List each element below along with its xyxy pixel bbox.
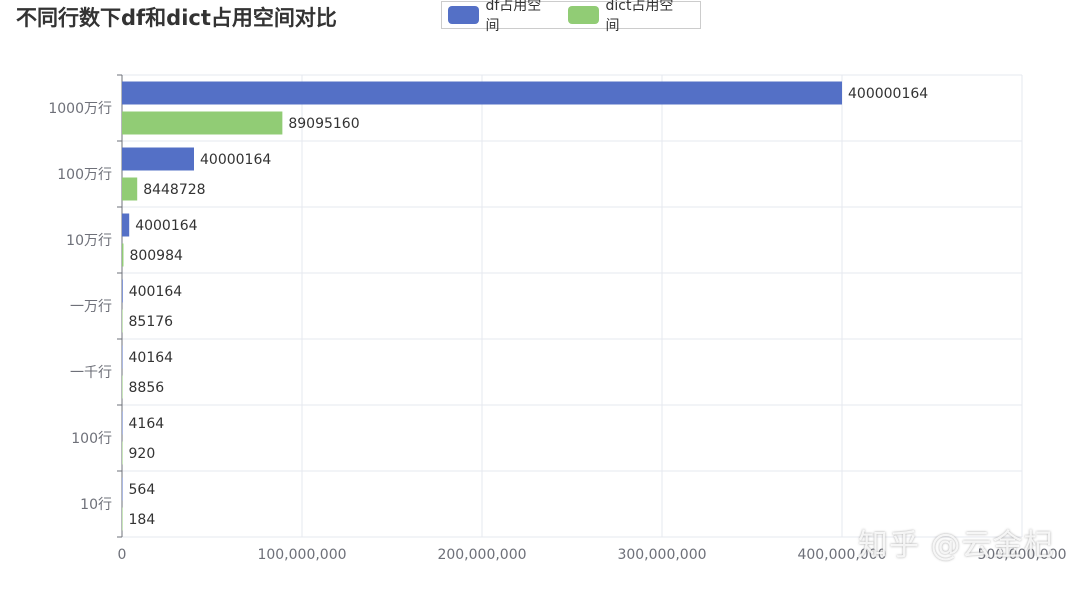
bar-dict-6 [122,507,123,531]
bar-chart: 0 100,000,000 200,000,000 300,000,000 400,00… [48,74,1067,563]
bar-dict-4 [122,375,123,399]
y-category-label-4: 一千行 [70,365,112,381]
data-label-df-1: 40000164 [200,152,271,168]
bar-df-4 [122,345,123,369]
bar-dict-0 [122,111,283,135]
data-label-df-0: 400000164 [848,86,928,102]
y-category-label-5: 100行 [71,431,112,447]
y-category-label-0: 1000万行 [48,101,112,117]
x-tick-label-2: 200,000,000 [437,547,526,563]
bar-df-5 [122,411,123,435]
data-label-dict-3: 85176 [129,314,174,330]
data-label-dict-4: 8856 [129,380,165,396]
bar-df-6 [122,477,123,501]
y-category-label-1: 100万行 [57,167,112,183]
bar-df-0 [122,81,843,105]
data-label-dict-1: 8448728 [143,182,205,198]
bar-df-3 [122,279,123,303]
bar-dict-5 [122,441,123,465]
y-category-label-2: 10万行 [66,233,112,249]
y-category-label-6: 10行 [80,497,112,513]
watermark: 知乎 @云金杞 [858,528,1055,563]
bar-df-2 [122,213,130,237]
data-label-df-5: 4164 [129,416,165,432]
bar-dict-2 [122,243,124,267]
data-label-df-3: 400164 [129,284,183,300]
bar-df-1 [122,147,195,171]
data-label-dict-6: 184 [129,512,156,528]
data-label-df-2: 4000164 [135,218,197,234]
data-label-df-6: 564 [129,482,156,498]
y-category-label-3: 一万行 [70,299,112,315]
data-label-dict-0: 89095160 [288,116,359,132]
x-tick-label-0: 0 [118,547,127,563]
data-label-dict-5: 920 [129,446,156,462]
data-label-dict-2: 800984 [129,248,183,264]
bar-dict-1 [122,177,138,201]
data-label-df-4: 40164 [129,350,174,366]
bar-dict-3 [122,309,123,333]
x-tick-label-1: 100,000,000 [257,547,346,563]
x-tick-label-3: 300,000,000 [617,547,706,563]
